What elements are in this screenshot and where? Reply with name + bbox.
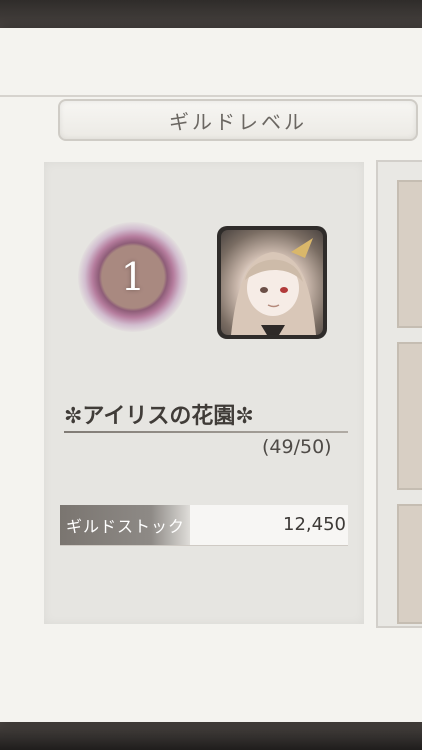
side-list-item[interactable] <box>397 504 422 624</box>
section-title: ギルドレベル <box>169 109 307 134</box>
guild-level-number: 1 <box>120 255 146 299</box>
section-header: ギルドレベル <box>58 99 418 141</box>
member-count: (49/50) <box>262 436 332 458</box>
guild-stock-underline <box>60 545 348 546</box>
side-list-item[interactable] <box>397 180 422 328</box>
side-list-item[interactable] <box>397 342 422 490</box>
bottom-backdrop <box>0 722 422 750</box>
guild-level-emblem-icon: 1 <box>78 222 188 332</box>
guild-stock-bar: ギルドストック 12,450 <box>60 505 348 545</box>
panel-divider <box>0 95 422 97</box>
guild-name: ✼アイリスの花園✼ <box>64 404 254 429</box>
character-portrait-icon <box>221 230 323 335</box>
guild-stock-value: 12,450 <box>283 514 346 535</box>
guild-name-underline <box>64 431 348 433</box>
guild-stock-label: ギルドストック <box>66 517 186 536</box>
guild-stock-label-box: ギルドストック <box>60 505 190 545</box>
top-backdrop <box>0 0 422 30</box>
guild-avatar[interactable] <box>217 226 327 339</box>
